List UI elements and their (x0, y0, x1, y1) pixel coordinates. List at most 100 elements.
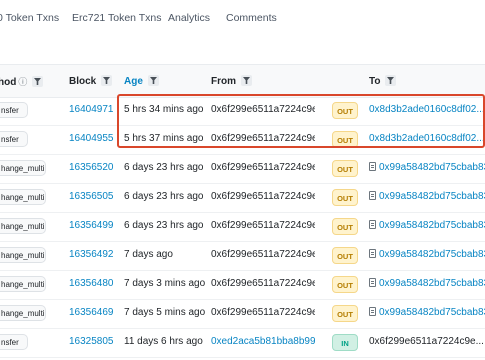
to-address[interactable]: 0x8d3b2ade0160c8df02... (369, 104, 485, 115)
block-link[interactable]: 16404955 (69, 133, 114, 144)
filter-icon[interactable] (147, 75, 159, 86)
contract-icon (369, 191, 376, 200)
tab-erc721-token-txns[interactable]: Erc721 Token Txns (72, 12, 162, 24)
from-address: 0x6f299e6511a7224c9e... (211, 220, 315, 231)
from-address: 0x6f299e6511a7224c9e... (211, 162, 315, 173)
table-row: hange_multipl... 16356480 7 days 3 mins ag… (0, 270, 485, 300)
table-row: nsfer 16325805 11 days 6 hrs ago 0xed2aca5b… (0, 328, 485, 358)
to-address[interactable]: 0x8d3b2ade0160c8df02... (369, 133, 485, 144)
table-row: hange_multipl... 16356499 6 days 23 hrs ag… (0, 212, 485, 242)
age-text: 7 days 5 mins ago (124, 307, 206, 318)
column-method-label: hod (0, 77, 17, 88)
column-from: From (211, 75, 252, 87)
tab-analytics[interactable]: Analytics (168, 12, 210, 24)
column-block-label: Block (69, 76, 97, 87)
age-text: 7 days ago (124, 249, 173, 260)
method-badge: hange_multipl... (0, 305, 46, 321)
block-link[interactable]: 16404971 (69, 104, 114, 115)
block-link[interactable]: 16356492 (69, 249, 114, 260)
to-address-text[interactable]: 0x99a58482bd75cbab83... (379, 278, 485, 289)
to-address: 0x6f299e6511a7224c9e... (369, 336, 485, 347)
from-address: 0x6f299e6511a7224c9e... (211, 249, 315, 260)
from-address: 0x6f299e6511a7224c9e... (211, 278, 315, 289)
to-address[interactable]: 0x99a58482bd75cbab83... (369, 191, 485, 202)
from-address: 0x6f299e6511a7224c9e... (211, 133, 315, 144)
method-badge: hange_multipl... (0, 189, 46, 205)
from-address: 0x6f299e6511a7224c9e... (211, 307, 315, 318)
age-text: 5 hrs 37 mins ago (124, 133, 204, 144)
age-text: 6 days 23 hrs ago (124, 220, 204, 231)
to-address[interactable]: 0x99a58482bd75cbab83... (369, 278, 485, 289)
from-address[interactable]: 0xed2aca5b81bba8b995... (211, 336, 315, 347)
from-address: 0x6f299e6511a7224c9e... (211, 191, 315, 202)
filter-icon[interactable] (241, 75, 252, 86)
table-row: nsfer 16404955 5 hrs 37 mins ago 0x6f299e65… (0, 125, 485, 155)
block-link[interactable]: 16356505 (69, 191, 114, 202)
contract-icon (369, 278, 376, 287)
method-badge: hange_multipl... (0, 160, 46, 176)
table-header: hod ⓘ Block Age From To (0, 64, 485, 98)
to-address-text[interactable]: 0x99a58482bd75cbab83... (379, 220, 485, 231)
table-row: nsfer 16404971 5 hrs 34 mins ago 0x6f299e65… (0, 96, 485, 126)
age-text: 11 days 6 hrs ago (124, 336, 203, 347)
to-address-text[interactable]: 0x8d3b2ade0160c8df02... (369, 104, 485, 115)
block-link[interactable]: 16356499 (69, 220, 114, 231)
method-badge: hange_multipl... (0, 218, 46, 234)
table-row: hange_multipl... 16356492 7 days ago 0x6f29… (0, 241, 485, 271)
method-badge: nsfer (0, 131, 28, 147)
method-badge: nsfer (0, 334, 28, 350)
tab-comments[interactable]: Comments (226, 12, 277, 24)
filter-icon[interactable] (101, 75, 113, 86)
method-badge: hange_multipl... (0, 276, 46, 292)
contract-icon (369, 307, 376, 316)
column-block: Block (69, 75, 113, 87)
direction-badge: OUT (332, 131, 358, 148)
column-age-label[interactable]: Age (124, 76, 143, 87)
age-text: 6 days 23 hrs ago (124, 191, 204, 202)
tab-bar: 0 Token Txns Erc721 Token Txns Analytics… (0, 0, 485, 43)
column-from-label: From (211, 76, 236, 87)
method-badge: nsfer (0, 102, 28, 118)
age-text: 7 days 3 mins ago (124, 278, 206, 289)
column-method: hod ⓘ (0, 75, 44, 88)
to-address-text[interactable]: 0x99a58482bd75cbab83... (379, 249, 485, 260)
direction-badge: OUT (332, 102, 358, 119)
column-to-label: To (369, 76, 381, 87)
filter-icon[interactable] (32, 76, 44, 87)
info-icon[interactable]: ⓘ (18, 77, 27, 87)
direction-badge: OUT (332, 218, 358, 235)
age-text: 6 days 23 hrs ago (124, 162, 204, 173)
filter-icon[interactable] (385, 75, 397, 86)
direction-badge: OUT (332, 276, 358, 293)
table-row: hange_multipl... 16356469 7 days 5 mins ag… (0, 299, 485, 329)
contract-icon (369, 162, 376, 171)
age-text: 5 hrs 34 mins ago (124, 104, 204, 115)
column-to: To (369, 75, 397, 87)
to-address[interactable]: 0x99a58482bd75cbab83... (369, 220, 485, 231)
table-row: hange_multipl... 16356505 6 days 23 hrs ag… (0, 183, 485, 213)
to-address-text[interactable]: 0x99a58482bd75cbab83... (379, 191, 485, 202)
block-link[interactable]: 16356469 (69, 307, 114, 318)
from-address: 0x6f299e6511a7224c9e... (211, 104, 315, 115)
to-address[interactable]: 0x99a58482bd75cbab83... (369, 249, 485, 260)
contract-icon (369, 220, 376, 229)
contract-icon (369, 249, 376, 258)
column-age[interactable]: Age (124, 75, 159, 87)
block-link[interactable]: 16325805 (69, 336, 114, 347)
to-address-text[interactable]: 0x99a58482bd75cbab83... (379, 162, 485, 173)
block-link[interactable]: 16356480 (69, 278, 114, 289)
to-address-text[interactable]: 0x99a58482bd75cbab83... (379, 307, 485, 318)
tab-token-txns[interactable]: 0 Token Txns (0, 12, 59, 24)
table-row: hange_multipl... 16356520 6 days 23 hrs ag… (0, 154, 485, 184)
direction-badge: OUT (332, 247, 358, 264)
to-address-text[interactable]: 0x8d3b2ade0160c8df02... (369, 133, 485, 144)
to-address-text: 0x6f299e6511a7224c9e... (369, 336, 484, 347)
direction-badge: OUT (332, 305, 358, 322)
to-address[interactable]: 0x99a58482bd75cbab83... (369, 162, 485, 173)
direction-badge: OUT (332, 160, 358, 177)
to-address[interactable]: 0x99a58482bd75cbab83... (369, 307, 485, 318)
block-link[interactable]: 16356520 (69, 162, 114, 173)
direction-badge: OUT (332, 189, 358, 206)
direction-badge: IN (332, 334, 358, 351)
method-badge: hange_multipl... (0, 247, 46, 263)
